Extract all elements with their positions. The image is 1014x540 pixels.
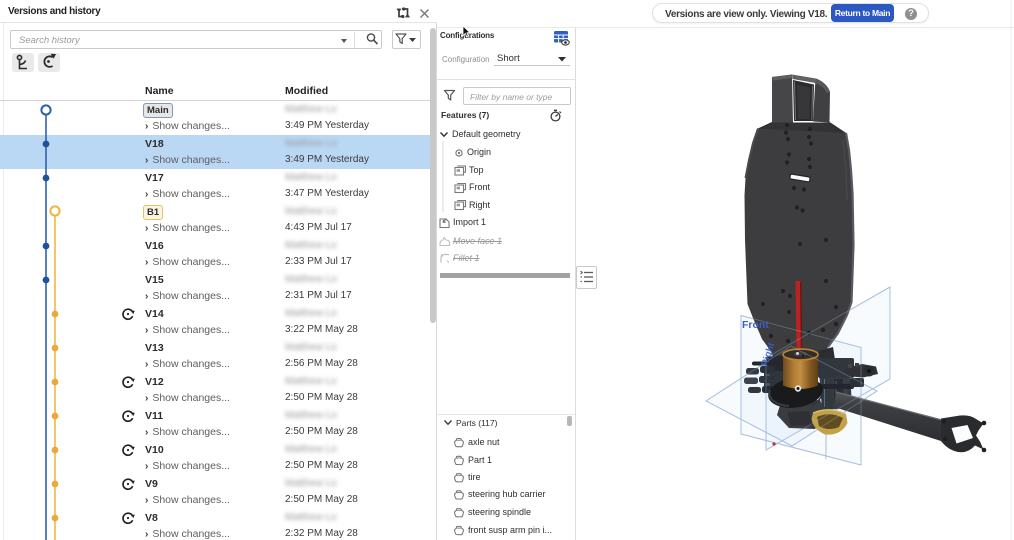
svg-text:Front: Front [742,319,769,331]
